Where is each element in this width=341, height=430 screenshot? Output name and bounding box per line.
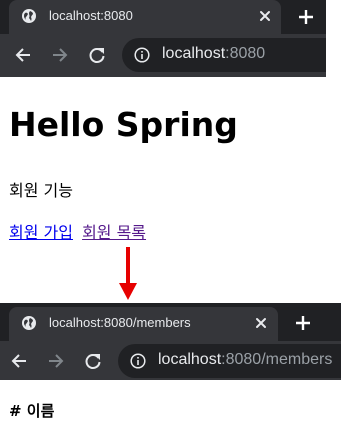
globe-icon [22, 9, 36, 23]
table-header-name: # 이름 [9, 402, 55, 420]
tab-title: localhost:8080 [49, 8, 133, 23]
member-join-link[interactable]: 회원 가입 [9, 223, 73, 242]
reload-icon[interactable] [88, 46, 106, 64]
close-icon[interactable] [258, 9, 272, 23]
url-text[interactable]: localhost:8080 [162, 45, 265, 63]
red-down-arrow-icon [119, 247, 137, 300]
member-links: 회원 가입 회원 목록 [9, 219, 146, 243]
new-tab-plus-icon[interactable] [295, 315, 311, 331]
section-label: 회원 기능 [9, 181, 73, 200]
browser-toolbar: localhost:8080 [0, 34, 326, 77]
new-tab-plus-icon[interactable] [298, 9, 314, 25]
forward-arrow-icon[interactable] [47, 352, 65, 370]
back-arrow-icon[interactable] [14, 46, 32, 64]
info-icon[interactable] [130, 353, 146, 369]
url-host: localhost [158, 351, 222, 368]
browser-window-bottom: localhost:8080/members localhost:8080/me… [0, 303, 341, 380]
close-icon[interactable] [254, 316, 268, 330]
address-bar[interactable]: localhost:8080/members [118, 344, 341, 378]
tab-title: localhost:8080/members [49, 315, 191, 330]
tab-strip: localhost:8080 [0, 0, 326, 34]
browser-tab[interactable]: localhost:8080/members [9, 307, 278, 341]
globe-icon [22, 316, 36, 330]
tab-strip: localhost:8080/members [0, 303, 341, 341]
reload-icon[interactable] [84, 352, 102, 370]
url-port: :8080 [225, 45, 266, 62]
url-path: :8080/members [221, 351, 333, 368]
address-bar[interactable]: localhost:8080 [122, 38, 326, 72]
info-icon[interactable] [134, 47, 150, 63]
browser-toolbar: localhost:8080/members [0, 341, 341, 380]
back-arrow-icon[interactable] [10, 352, 28, 370]
browser-tab[interactable]: localhost:8080 [9, 0, 281, 34]
forward-arrow-icon[interactable] [51, 46, 69, 64]
browser-window-top: localhost:8080 localhost:8080 [0, 0, 326, 77]
url-host: localhost [162, 45, 226, 62]
url-text[interactable]: localhost:8080/members [158, 351, 332, 369]
member-list-link[interactable]: 회원 목록 [82, 223, 146, 242]
page-title: Hello Spring [9, 105, 238, 144]
